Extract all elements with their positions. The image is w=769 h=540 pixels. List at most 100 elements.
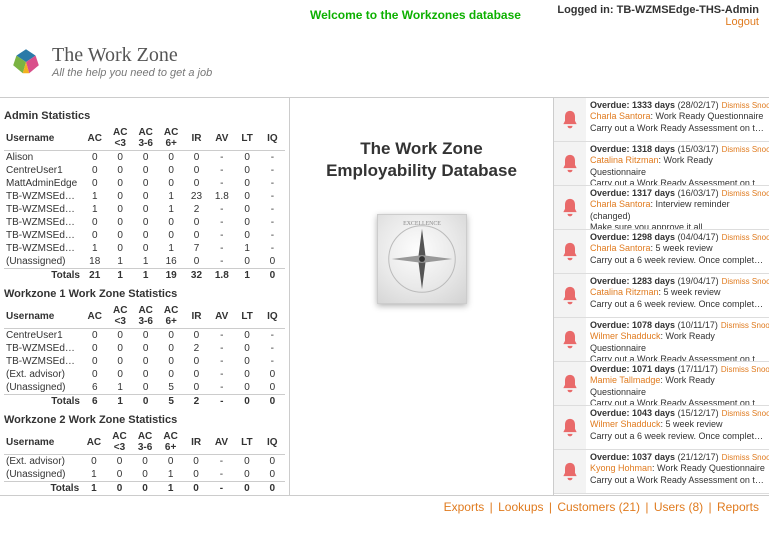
logout-link[interactable]: Logout xyxy=(557,16,759,28)
alert-dismiss-link[interactable]: Dismiss xyxy=(721,365,749,374)
stats-username: (Unassigned) xyxy=(4,468,81,482)
stats-cell: - xyxy=(260,151,285,165)
alert-row[interactable]: Overdue: 1283 days (19/04/17)Dismiss Sno… xyxy=(554,274,769,318)
stats-cell: 0 xyxy=(133,177,158,190)
alert-customer[interactable]: Charla Santora xyxy=(590,199,651,209)
alert-customer[interactable]: Charla Santora xyxy=(590,243,651,253)
stats-col-header: AC 6+ xyxy=(158,126,183,151)
alert-dismiss-link[interactable]: Dismiss xyxy=(722,453,750,462)
stats-section-title: Admin Statistics xyxy=(4,110,285,122)
stats-col-header: IR xyxy=(184,126,209,151)
footer-lookups[interactable]: Lookups xyxy=(498,500,543,514)
alert-snooze-link[interactable]: Snooze xyxy=(752,453,769,462)
alert-customer[interactable]: Wilmer Shadduck xyxy=(590,419,661,429)
footer-users[interactable]: Users (8) xyxy=(654,500,703,514)
stats-cell: 0 xyxy=(107,355,132,368)
stats-username: TB-WZMSEdg… xyxy=(4,190,82,203)
alert-dismiss-link[interactable]: Dismiss xyxy=(722,101,750,110)
stats-cell: 0 xyxy=(260,255,285,269)
stats-cell: 0 xyxy=(107,242,132,255)
stats-cell: - xyxy=(260,216,285,229)
stats-username: TB-WZMSEdg… xyxy=(4,342,82,355)
alert-customer[interactable]: Wilmer Shadduck xyxy=(590,331,661,341)
svg-text:EXCELLENCE: EXCELLENCE xyxy=(403,221,441,227)
stats-col-header: AC <3 xyxy=(107,304,132,329)
table-row: TB-WZMSEdg…1001231.80- xyxy=(4,190,285,203)
stats-cell: 1 xyxy=(158,468,184,482)
center-panel: The Work Zone Employability Database EXC… xyxy=(290,98,553,495)
table-row: (Ext. advisor)00000-00 xyxy=(4,455,285,469)
table-row: TB-WZMSEdg…00002-0- xyxy=(4,342,285,355)
stats-table: UsernameACAC <3AC 3-6AC 6+IRAVLTIQCentre… xyxy=(4,304,285,408)
stats-col-header: AC 3-6 xyxy=(133,304,158,329)
stats-cell: 0 xyxy=(158,455,184,469)
alert-dismiss-link[interactable]: Dismiss xyxy=(722,233,750,242)
footer-reports[interactable]: Reports xyxy=(717,500,759,514)
stats-cell: - xyxy=(209,177,234,190)
stats-cell: 0 xyxy=(184,177,209,190)
alert-body: Overdue: 1037 days (21/12/17)Dismiss Sno… xyxy=(586,450,769,493)
stats-col-header: AC <3 xyxy=(107,430,133,455)
alert-subject: : 5 week review xyxy=(659,287,721,297)
compass-image: EXCELLENCE xyxy=(377,214,467,304)
stats-cell: 1 xyxy=(133,255,158,269)
stats-cell: 23 xyxy=(184,190,209,203)
footer-customers[interactable]: Customers (21) xyxy=(557,500,640,514)
alert-snooze-link[interactable]: Snooze xyxy=(752,189,769,198)
stats-totals-cell: 0 xyxy=(234,395,259,409)
stats-totals-cell: 2 xyxy=(184,395,209,409)
stats-cell: - xyxy=(209,203,234,216)
alert-desc: Carry out a Work Ready Assessment on thi… xyxy=(590,354,765,361)
alert-body: Overdue: 1043 days (15/12/17)Dismiss Sno… xyxy=(586,406,769,449)
alert-customer[interactable]: Charla Santora xyxy=(590,111,651,121)
alert-row[interactable]: Overdue: 1071 days (17/11/17)Dismiss Sno… xyxy=(554,362,769,406)
stats-cell: 0 xyxy=(184,151,209,165)
alert-snooze-link[interactable]: Snooze xyxy=(752,409,769,418)
alert-customer[interactable]: Catalina Ritzman xyxy=(590,287,659,297)
stats-cell: 0 xyxy=(235,151,260,165)
alert-row[interactable]: Overdue: 1043 days (15/12/17)Dismiss Sno… xyxy=(554,406,769,450)
stats-cell: 0 xyxy=(184,216,209,229)
alert-row[interactable]: Overdue: 1317 days (16/03/17)Dismiss Sno… xyxy=(554,186,769,230)
stats-totals-cell: - xyxy=(209,395,234,409)
alert-customer[interactable]: Mamie Tallmadge xyxy=(590,375,660,385)
alert-row[interactable]: Overdue: 1318 days (15/03/17)Dismiss Sno… xyxy=(554,142,769,186)
alert-snooze-link[interactable]: Snooze xyxy=(752,145,769,154)
stats-username: TB-WZMSEdg… xyxy=(4,216,82,229)
alert-dismiss-link[interactable]: Dismiss xyxy=(722,145,750,154)
alert-customer[interactable]: Kyong Hohman xyxy=(590,463,652,473)
alert-desc: Carry out a Work Ready Assessment on thi… xyxy=(590,398,765,405)
stats-totals-label: Totals xyxy=(4,395,82,409)
alert-dismiss-link[interactable]: Dismiss xyxy=(722,277,750,286)
alert-dismiss-link[interactable]: Dismiss xyxy=(722,409,750,418)
alert-row[interactable]: Overdue: 1078 days (10/11/17)Dismiss Sno… xyxy=(554,318,769,362)
stats-cell: 0 xyxy=(260,368,285,381)
alert-snooze-link[interactable]: Snooze xyxy=(752,233,769,242)
bell-icon xyxy=(554,318,586,361)
stats-totals-cell: 1 xyxy=(107,269,132,283)
table-row: TB-WZMSEdg…00000-0- xyxy=(4,355,285,368)
alert-dismiss-link[interactable]: Dismiss xyxy=(721,321,749,330)
alert-snooze-link[interactable]: Snooze xyxy=(751,365,769,374)
alert-overdue: Overdue: 1043 days xyxy=(590,408,678,418)
alert-row[interactable]: Overdue: 1037 days (21/12/17)Dismiss Sno… xyxy=(554,450,769,494)
stats-totals-cell: 1 xyxy=(81,482,107,496)
stats-username: TB-WZMSEdg… xyxy=(4,203,82,216)
alert-customer[interactable]: Catalina Ritzman xyxy=(590,155,659,165)
alert-row[interactable]: Overdue: 1333 days (28/02/17)Dismiss Sno… xyxy=(554,98,769,142)
alert-snooze-link[interactable]: Snooze xyxy=(752,277,769,286)
alert-dismiss-link[interactable]: Dismiss xyxy=(722,189,750,198)
footer-exports[interactable]: Exports xyxy=(444,500,485,514)
stats-cell: 7 xyxy=(184,242,209,255)
stats-cell: - xyxy=(260,355,285,368)
table-row: CentreUser100000-0- xyxy=(4,329,285,343)
alert-snooze-link[interactable]: Snooze xyxy=(751,321,769,330)
stats-totals-label: Totals xyxy=(4,482,81,496)
alert-subject: : Work Ready Questionnaire xyxy=(652,463,765,473)
stats-cell: 0 xyxy=(260,455,285,469)
alert-snooze-link[interactable]: Snooze xyxy=(752,101,769,110)
stats-cell: 0 xyxy=(183,455,208,469)
stats-cell: 0 xyxy=(133,329,158,343)
alert-subject: : Work Ready Questionnaire xyxy=(651,111,764,121)
alert-row[interactable]: Overdue: 1298 days (04/04/17)Dismiss Sno… xyxy=(554,230,769,274)
